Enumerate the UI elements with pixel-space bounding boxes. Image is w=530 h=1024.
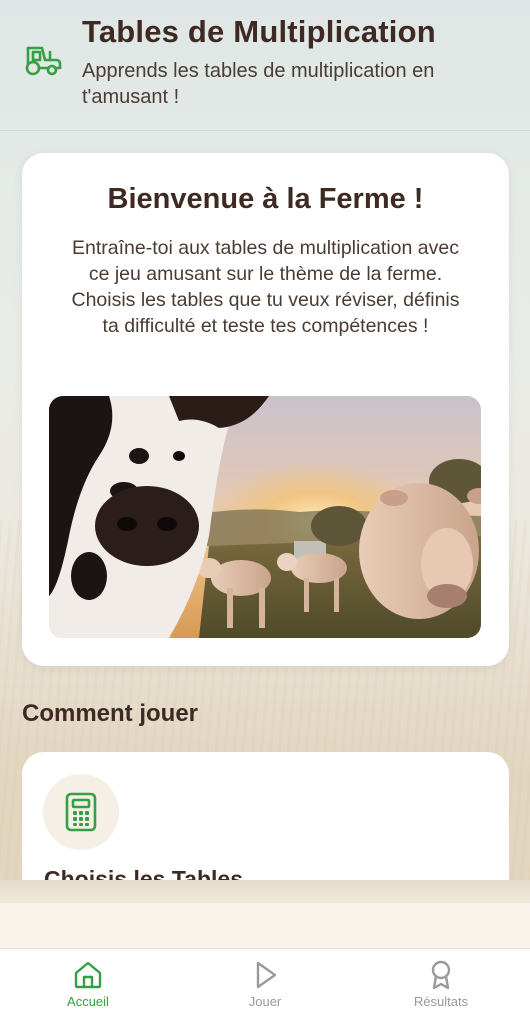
calculator-icon xyxy=(65,792,97,832)
calculator-badge xyxy=(43,774,119,850)
farm-cows-photo xyxy=(49,396,481,638)
app-title: Tables de Multiplication xyxy=(82,14,436,49)
tab-label-resultats: Résultats xyxy=(413,994,469,1009)
welcome-card: Bienvenue à la Ferme ! Entraîne-toi aux … xyxy=(22,153,509,666)
tab-jouer[interactable]: Jouer xyxy=(205,949,325,1024)
tab-label-jouer: Jouer xyxy=(248,994,282,1009)
how-to-step-card: Choisis les Tables xyxy=(22,752,509,882)
award-icon xyxy=(431,960,451,990)
app-header: Tables de Multiplication Apprends les ta… xyxy=(0,0,530,131)
tab-accueil[interactable]: Accueil xyxy=(28,949,148,1024)
tab-label-accueil: Accueil xyxy=(67,994,109,1009)
bottom-spacer xyxy=(0,903,530,948)
app-subtitle: Apprends les tables de multiplication en… xyxy=(82,60,435,108)
tab-resultats[interactable]: Résultats xyxy=(381,949,501,1024)
play-icon xyxy=(256,961,277,989)
tractor-icon xyxy=(25,46,62,76)
welcome-title: Bienvenue à la Ferme ! xyxy=(107,183,424,215)
tab-bar: Accueil Jouer Résultats xyxy=(0,948,530,1024)
how-to-section-title: Comment jouer xyxy=(22,700,199,727)
welcome-text: Entraîne-toi aux tables de multiplicatio… xyxy=(71,237,460,337)
scroll-edge xyxy=(0,880,530,903)
home-icon xyxy=(74,961,102,989)
